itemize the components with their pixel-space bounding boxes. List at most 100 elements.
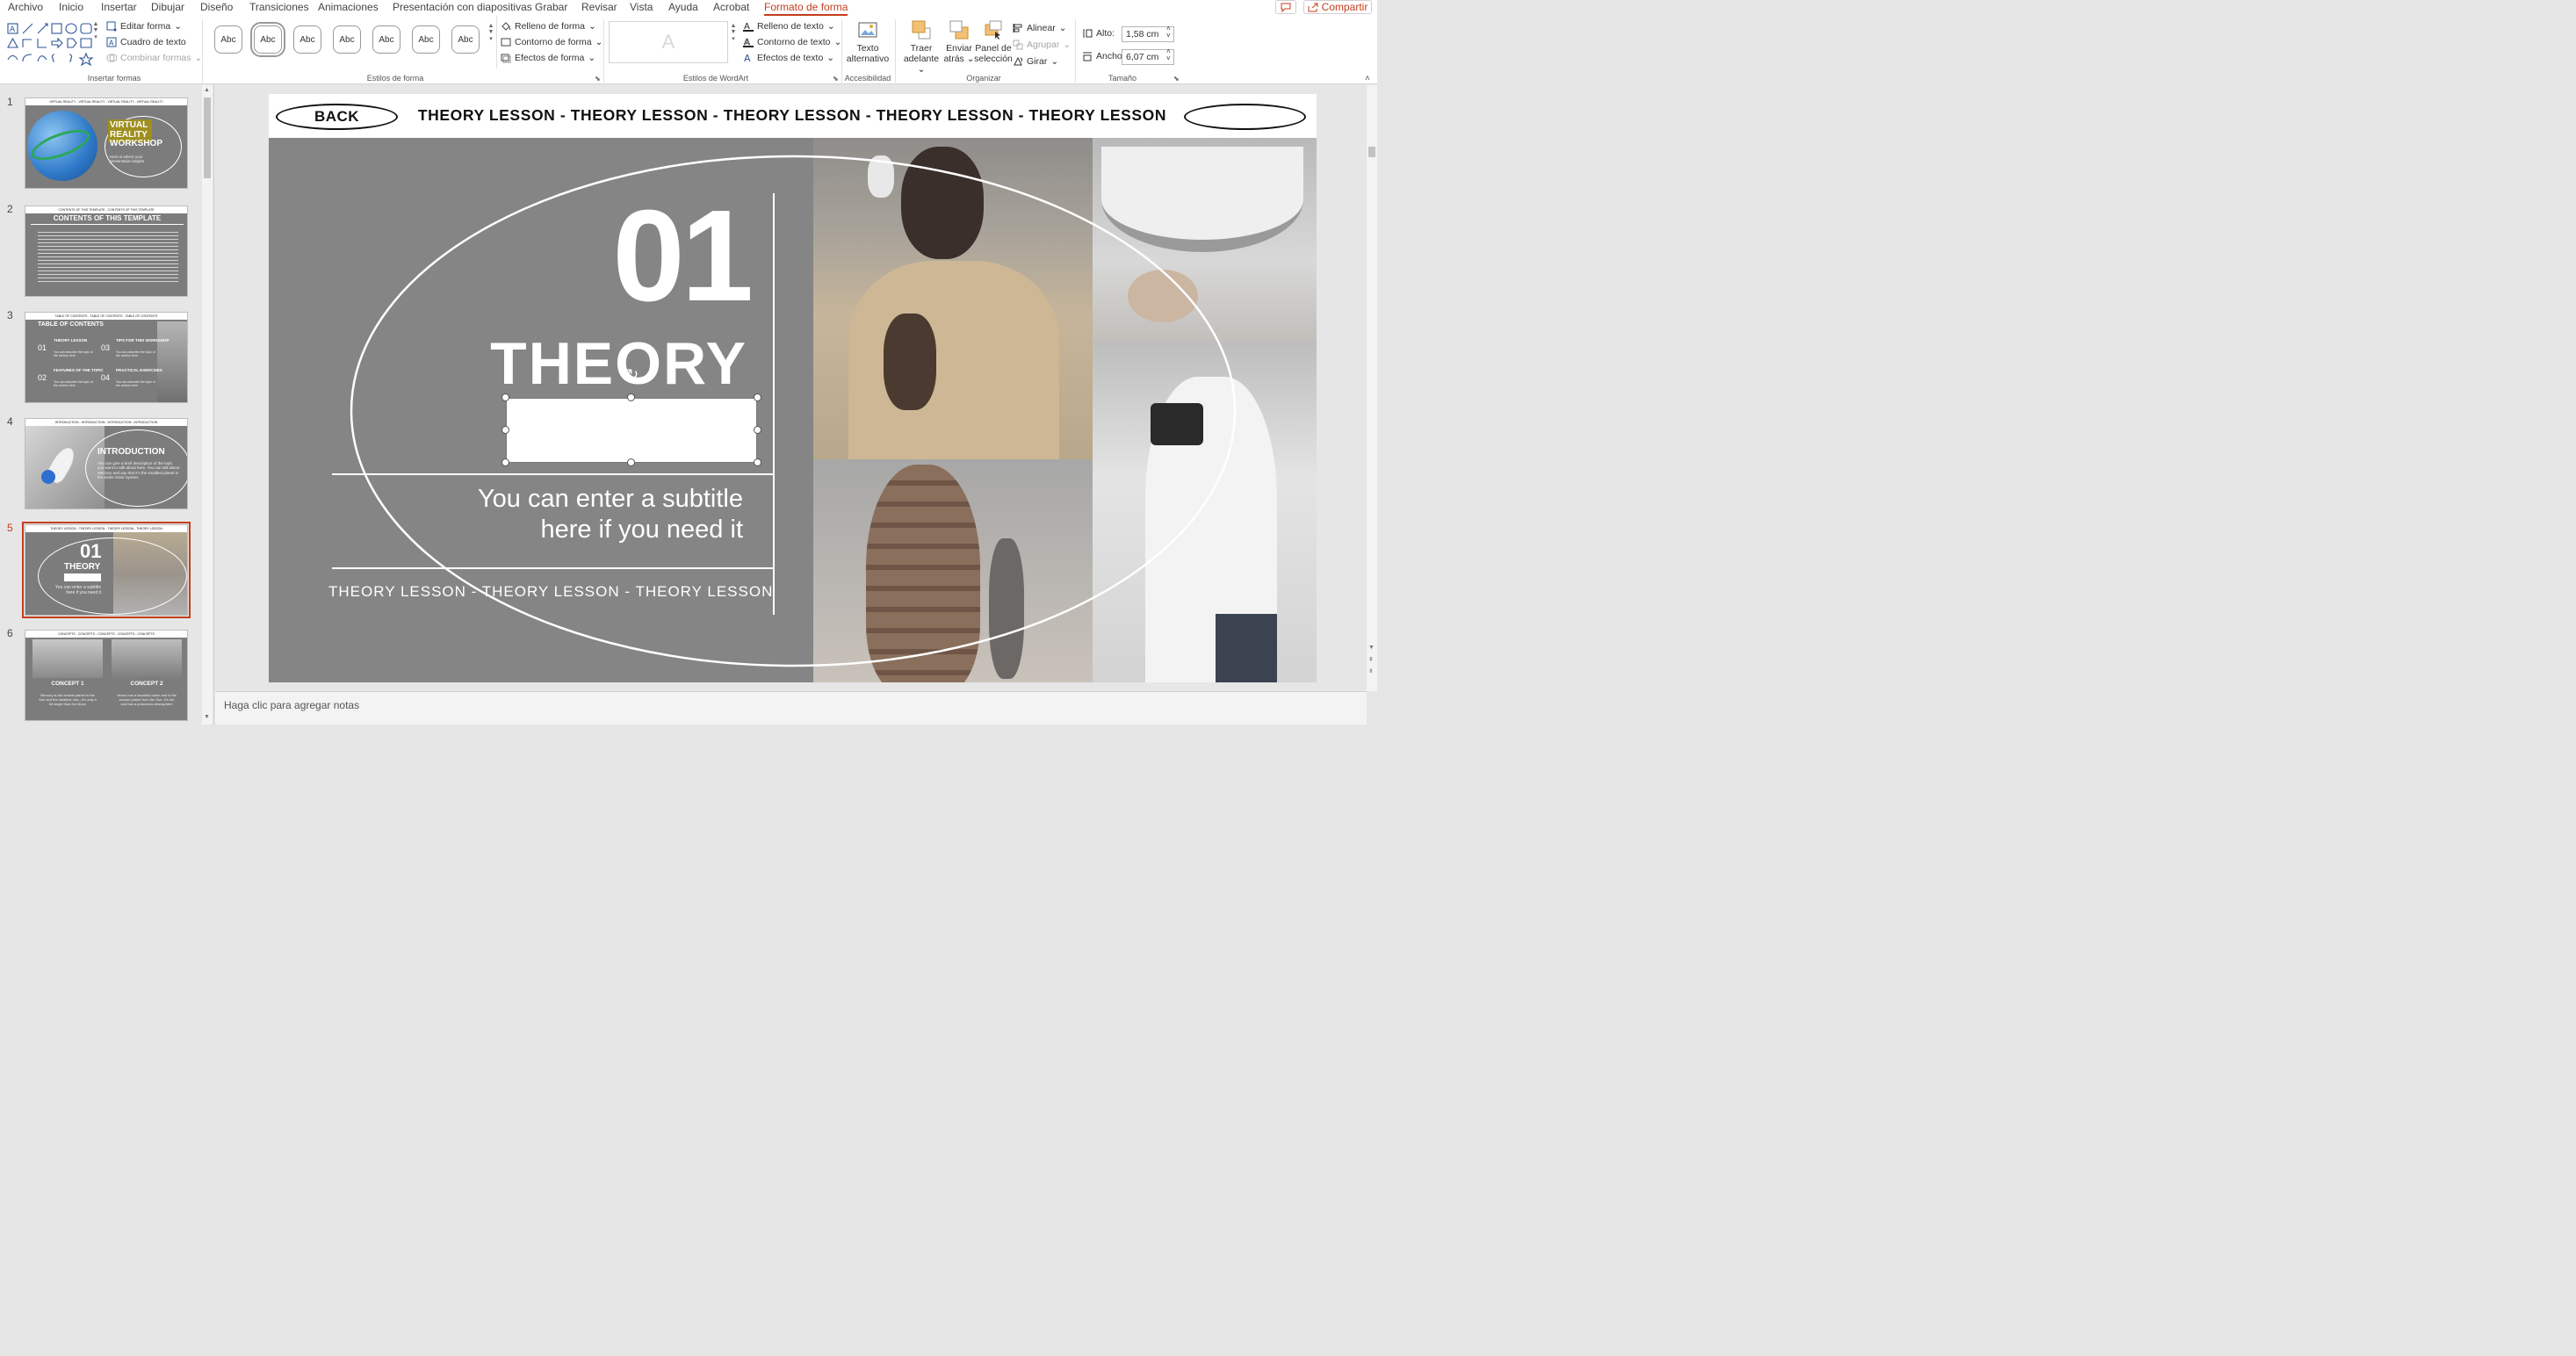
chevron-down-icon: ⌄ bbox=[826, 21, 835, 32]
slide-thumbnail-2[interactable]: CONTENTS OF THIS TEMPLATE - CONTENTS OF … bbox=[25, 206, 188, 297]
section-number[interactable]: 01 bbox=[603, 191, 754, 322]
scroll-down-icon[interactable]: ▼ bbox=[1368, 645, 1375, 651]
thumbnail-scrollbar[interactable]: ▲ ▼ bbox=[202, 85, 213, 725]
shape-outline-button[interactable]: Contorno de forma ⌄ bbox=[501, 37, 603, 47]
resize-handle[interactable] bbox=[754, 393, 761, 401]
accessibility-group-label: Accesibilidad bbox=[844, 74, 891, 83]
resize-handle[interactable] bbox=[627, 458, 635, 466]
chevron-down-icon: ⌄ bbox=[833, 37, 842, 47]
resize-handle[interactable] bbox=[501, 393, 509, 401]
resize-handle[interactable] bbox=[501, 458, 509, 466]
shape-style-swatch[interactable]: Abc bbox=[293, 25, 321, 54]
shape-styles-scroll[interactable]: ▲ ▼ ▾ bbox=[487, 23, 495, 42]
previous-slide-icon[interactable]: ⇞ bbox=[1368, 656, 1374, 663]
slide-number: 1 bbox=[7, 96, 13, 108]
bring-forward-label-1: Traer bbox=[910, 43, 933, 54]
slide-thumbnail-5[interactable]: THEORY LESSON - THEORY LESSON - THEORY L… bbox=[22, 522, 191, 618]
share-button[interactable]: Compartir bbox=[1303, 0, 1372, 14]
text-box-button[interactable]: A Cuadro de texto bbox=[106, 37, 186, 47]
thumb-body: You can give a brief description of the … bbox=[97, 461, 180, 480]
section-title[interactable]: THEORY bbox=[480, 333, 747, 394]
menu-bar: Archivo Inicio Insertar Dibujar Diseño T… bbox=[0, 0, 1377, 16]
subtitle-text[interactable]: You can enter a subtitle here if you nee… bbox=[427, 484, 743, 545]
alt-text-label-2: alternativo bbox=[846, 54, 890, 64]
thumb-title: VIRTUAL REALITY WORKSHOP bbox=[110, 120, 162, 148]
shape-styles-group-label: Estilos de forma bbox=[366, 74, 424, 83]
tab-archivo[interactable]: Archivo bbox=[8, 1, 43, 13]
slide-thumbnail-6[interactable]: CONCEPTS - CONCEPTS - CONCEPTS - CONCEPT… bbox=[25, 630, 188, 721]
shape-style-swatch[interactable]: Abc bbox=[214, 25, 242, 54]
tab-presentacion[interactable]: Presentación con diapositivas bbox=[393, 1, 532, 13]
resize-handle[interactable] bbox=[501, 426, 509, 434]
tab-animaciones[interactable]: Animaciones bbox=[318, 1, 379, 13]
slide-thumbnail-4[interactable]: INTRODUCTION - INTRODUCTION - INTRODUCTI… bbox=[25, 418, 188, 509]
scrollbar-thumb[interactable] bbox=[1368, 147, 1375, 157]
shape-outline-label: Contorno de forma bbox=[515, 37, 592, 47]
send-backward-button[interactable]: Enviar atrás ⌄ bbox=[942, 19, 977, 64]
comments-button[interactable] bbox=[1275, 0, 1296, 14]
tab-transiciones[interactable]: Transiciones bbox=[249, 1, 309, 13]
shape-style-swatch[interactable]: Abc bbox=[412, 25, 440, 54]
rotate-handle-icon[interactable]: ↻ bbox=[624, 367, 640, 383]
tab-acrobat[interactable]: Acrobat bbox=[713, 1, 749, 13]
width-stepper[interactable]: ˄ ˅ bbox=[1166, 48, 1171, 62]
tab-grabar[interactable]: Grabar bbox=[535, 1, 567, 13]
edit-shape-button[interactable]: Editar forma ⌄ bbox=[106, 21, 182, 32]
chevron-down-icon: ⌄ bbox=[1058, 23, 1067, 33]
merge-shapes-button[interactable]: Combinar formas ⌄ bbox=[106, 53, 202, 63]
edit-shape-label: Editar forma bbox=[120, 21, 171, 32]
alt-text-button[interactable]: Texto alternativo bbox=[846, 19, 890, 64]
tab-insertar[interactable]: Insertar bbox=[101, 1, 137, 13]
shapes-gallery-scroll[interactable]: ▲ ▼ ▾ bbox=[91, 21, 100, 40]
size-launcher[interactable]: ⬊ bbox=[1173, 75, 1180, 83]
tab-vista[interactable]: Vista bbox=[630, 1, 653, 13]
resize-handle[interactable] bbox=[754, 458, 761, 466]
align-button[interactable]: Alinear ⌄ bbox=[1013, 23, 1067, 33]
shape-style-swatch[interactable]: Abc bbox=[451, 25, 480, 54]
selected-shape[interactable] bbox=[506, 398, 757, 463]
tab-ayuda[interactable]: Ayuda bbox=[668, 1, 698, 13]
ribbon-separator bbox=[202, 19, 203, 83]
slide-thumbnail-pane: 1 VIRTUAL REALITY - VIRTUAL REALITY - VI… bbox=[0, 85, 214, 725]
slide-canvas[interactable]: BACK THEORY LESSON - THEORY LESSON - THE… bbox=[269, 94, 1317, 682]
shape-style-swatch-selected[interactable]: Abc bbox=[250, 22, 285, 57]
wordart-launcher[interactable]: ⬊ bbox=[833, 75, 839, 83]
slide-thumbnail-1[interactable]: VIRTUAL REALITY - VIRTUAL REALITY - VIRT… bbox=[25, 97, 188, 189]
text-effects-button[interactable]: A Efectos de texto ⌄ bbox=[743, 53, 834, 64]
text-outline-icon: A bbox=[743, 37, 754, 47]
tab-dibujar[interactable]: Dibujar bbox=[151, 1, 184, 13]
collapse-ribbon-icon[interactable]: ˄ bbox=[1365, 74, 1370, 83]
shapes-gallery[interactable]: A bbox=[6, 21, 105, 70]
text-fill-button[interactable]: A Relleno de texto ⌄ bbox=[743, 21, 835, 32]
rotate-button[interactable]: Girar ⌄ bbox=[1013, 56, 1058, 67]
text-outline-button[interactable]: A Contorno de texto ⌄ bbox=[743, 37, 841, 47]
edit-shape-icon bbox=[106, 21, 117, 32]
scroll-up-icon[interactable]: ▲ bbox=[204, 87, 210, 93]
shape-fill-button[interactable]: Relleno de forma ⌄ bbox=[501, 21, 596, 32]
slide-thumbnail-3[interactable]: TABLE OF CONTENTS - TABLE OF CONTENTS - … bbox=[25, 312, 188, 403]
scrollbar-thumb[interactable] bbox=[204, 97, 211, 178]
tab-revisar[interactable]: Revisar bbox=[581, 1, 617, 13]
shape-style-swatch[interactable]: Abc bbox=[333, 25, 361, 54]
group-button[interactable]: Agrupar ⌄ bbox=[1013, 40, 1071, 50]
tab-inicio[interactable]: Inicio bbox=[59, 1, 83, 13]
notes-pane[interactable]: Haga clic para agregar notas bbox=[215, 691, 1367, 725]
wordart-gallery-scroll[interactable]: ▲ ▼ ▾ bbox=[729, 23, 738, 42]
thumb-body-lines bbox=[38, 229, 178, 282]
shape-styles-launcher[interactable]: ⬊ bbox=[595, 75, 601, 83]
thumb-concept-title: CONCEPT 1 bbox=[51, 681, 84, 687]
scroll-down-icon[interactable]: ▼ bbox=[204, 714, 210, 720]
wordart-gallery[interactable]: A bbox=[609, 21, 728, 63]
bring-forward-button[interactable]: Traer adelante ⌄ bbox=[899, 19, 943, 75]
resize-handle[interactable] bbox=[754, 426, 761, 434]
next-slide-icon[interactable]: ⇟ bbox=[1368, 667, 1374, 674]
shape-effects-button[interactable]: Efectos de forma ⌄ bbox=[501, 53, 595, 63]
editor-scrollbar[interactable]: ▼ ⇞ ⇟ bbox=[1367, 85, 1377, 691]
resize-handle[interactable] bbox=[627, 393, 635, 401]
selection-pane-button[interactable]: Panel de selección bbox=[974, 19, 1013, 64]
tab-diseno[interactable]: Diseño bbox=[200, 1, 233, 13]
tab-formato-de-forma[interactable]: Formato de forma bbox=[764, 1, 848, 16]
height-stepper[interactable]: ˄ ˅ bbox=[1166, 25, 1171, 40]
shape-style-swatch[interactable]: Abc bbox=[372, 25, 400, 54]
slide-number: 4 bbox=[7, 415, 13, 428]
